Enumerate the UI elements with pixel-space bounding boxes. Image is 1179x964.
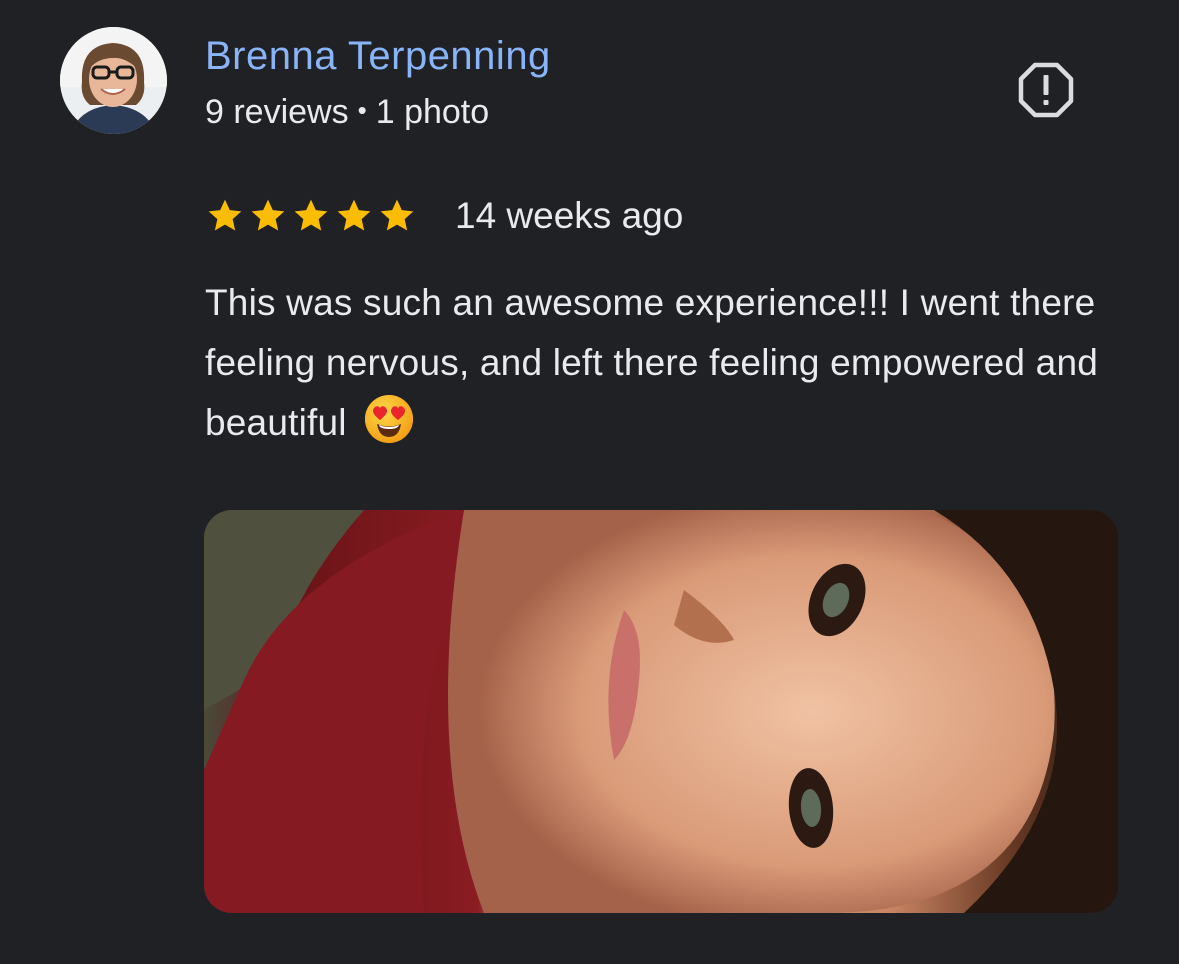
report-icon — [1018, 62, 1074, 118]
meta-separator: • — [357, 95, 367, 125]
star-icon — [334, 196, 374, 236]
star-rating — [205, 196, 417, 236]
avatar-photo — [60, 27, 167, 134]
review-photo-image — [204, 510, 1118, 913]
reviews-count: 9 reviews — [205, 93, 349, 131]
review-time: 14 weeks ago — [455, 195, 684, 236]
review-text-block: This was such an awesome experience!!! I… — [205, 273, 1145, 463]
reviewer-meta: 9 reviews • 1 photo — [205, 89, 489, 133]
photos-count: 1 photo — [375, 93, 490, 131]
star-icon — [291, 196, 331, 236]
review-text: This was such an awesome experience!!! I… — [205, 282, 1099, 443]
rating-row: 14 weeks ago — [205, 191, 683, 241]
reviewer-avatar[interactable] — [60, 27, 167, 134]
star-icon — [248, 196, 288, 236]
review-photo[interactable] — [204, 510, 1118, 913]
reviewer-name-link[interactable]: Brenna Terpenning — [205, 33, 551, 79]
report-button[interactable] — [1012, 56, 1080, 124]
star-icon — [377, 196, 417, 236]
heart-eyes-emoji-icon — [363, 393, 415, 463]
star-icon — [205, 196, 245, 236]
